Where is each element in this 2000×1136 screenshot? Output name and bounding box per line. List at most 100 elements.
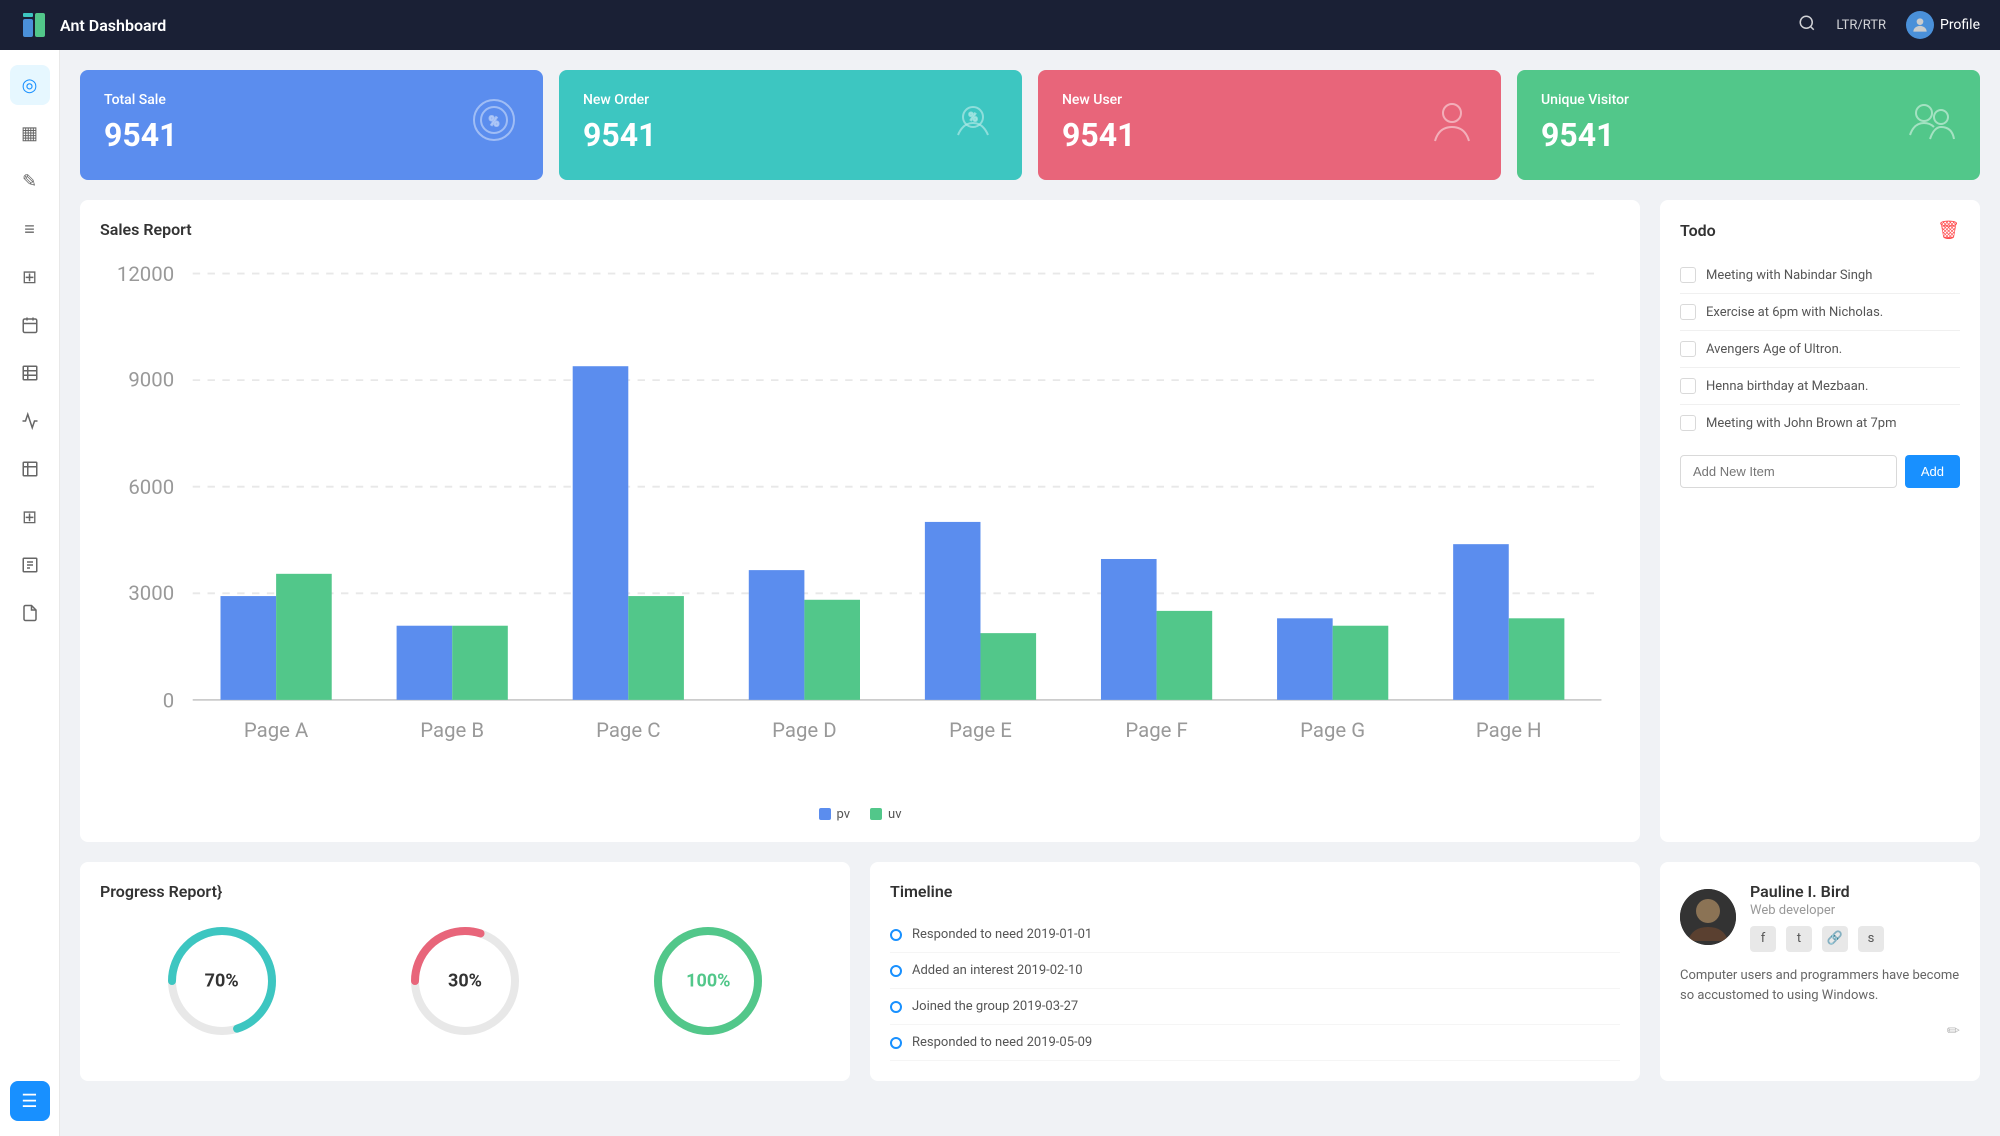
social-link-icon[interactable]: 🔗 xyxy=(1822,926,1848,952)
new-order-label: New Order xyxy=(583,92,998,108)
sidebar-item-table[interactable] xyxy=(10,353,50,393)
social-facebook-icon[interactable]: f xyxy=(1750,926,1776,952)
legend-pv: pv xyxy=(819,807,851,822)
timeline-item-4: Responded to need 2019-05-09 xyxy=(890,1025,1620,1061)
new-user-icon xyxy=(1427,95,1477,155)
sidebar-item-calendar[interactable] xyxy=(10,305,50,345)
svg-text:Page G: Page G xyxy=(1300,718,1365,742)
svg-text:Page H: Page H xyxy=(1476,718,1542,742)
svg-text:Page A: Page A xyxy=(244,718,309,742)
sidebar-item-grid[interactable]: ⊞ xyxy=(10,257,50,297)
svg-text:%: % xyxy=(489,114,499,130)
todo-checkbox-4[interactable] xyxy=(1680,378,1696,394)
sidebar-item-grid2[interactable]: ⊞ xyxy=(10,497,50,537)
sidebar-item-document[interactable] xyxy=(10,545,50,585)
social-skype-icon[interactable]: s xyxy=(1858,926,1884,952)
legend-uv-label: uv xyxy=(888,807,901,822)
stat-card-total-sale: Total Sale 9541 % xyxy=(80,70,543,180)
timeline-dot-3 xyxy=(890,1001,902,1013)
todo-checkbox-3[interactable] xyxy=(1680,341,1696,357)
stat-card-unique-visitor: Unique Visitor 9541 xyxy=(1517,70,1980,180)
profile-role: Web developer xyxy=(1750,903,1884,918)
progress-label-30: 30% xyxy=(448,970,482,991)
timeline-text-4: Responded to need 2019-05-09 xyxy=(912,1035,1092,1050)
sales-report-title: Sales Report xyxy=(100,220,1620,239)
main-content: Total Sale 9541 % New Order 9541 xyxy=(60,50,2000,1136)
timeline-item-3: Joined the group 2019-03-27 xyxy=(890,989,1620,1025)
profile-info: Pauline I. Bird Web developer f t 🔗 s xyxy=(1750,882,1884,952)
total-sale-value: 9541 xyxy=(104,116,519,154)
svg-text:6000: 6000 xyxy=(128,475,174,499)
unique-visitor-label: Unique Visitor xyxy=(1541,92,1956,108)
todo-checkbox-5[interactable] xyxy=(1680,415,1696,431)
topnav: Ant Dashboard LTR/RTR Profile xyxy=(0,0,2000,50)
todo-section: Todo 🗑 Meeting with Nabindar Singh Exerc… xyxy=(1660,200,1980,842)
avatar xyxy=(1906,11,1934,39)
legend-uv-dot xyxy=(870,808,882,820)
profile-section: Pauline I. Bird Web developer f t 🔗 s Co… xyxy=(1660,862,1980,1081)
layout: ◎ ▦ ✎ ≡ ⊞ ⊞ ☰ Total Sale xyxy=(0,50,2000,1136)
sidebar: ◎ ▦ ✎ ≡ ⊞ ⊞ ☰ xyxy=(0,50,60,1136)
sidebar-item-menu[interactable]: ≡ xyxy=(10,209,50,249)
stat-card-new-order: New Order 9541 % xyxy=(559,70,1022,180)
timeline-list: Responded to need 2019-01-01 Added an in… xyxy=(890,917,1620,1061)
progress-circle-30: 30% xyxy=(405,921,525,1041)
sidebar-item-dashboard[interactable]: ◎ xyxy=(10,65,50,105)
todo-checkbox-2[interactable] xyxy=(1680,304,1696,320)
progress-circle-100: 100% xyxy=(648,921,768,1041)
logo-icon xyxy=(20,10,50,40)
timeline-text-2: Added an interest 2019-02-10 xyxy=(912,963,1083,978)
todo-text-5: Meeting with John Brown at 7pm xyxy=(1706,416,1897,431)
progress-circles: 70% 30% xyxy=(100,921,830,1041)
sales-report-section: Sales Report 12000 9000 6000 3000 xyxy=(80,200,1640,842)
todo-item-3: Avengers Age of Ultron. xyxy=(1680,331,1960,368)
todo-input[interactable] xyxy=(1680,455,1897,488)
svg-text:0: 0 xyxy=(163,688,174,712)
svg-text:3000: 3000 xyxy=(128,581,174,605)
sidebar-item-edit[interactable]: ✎ xyxy=(10,161,50,201)
chart-container: 12000 9000 6000 3000 0 Page A Page B xyxy=(100,255,1620,797)
sidebar-item-list[interactable]: ☰ xyxy=(10,1081,50,1121)
todo-delete-icon[interactable]: 🗑 xyxy=(1937,220,1960,241)
social-twitter-icon[interactable]: t xyxy=(1786,926,1812,952)
todo-text-3: Avengers Age of Ultron. xyxy=(1706,342,1842,357)
ltr-button[interactable]: LTR/RTR xyxy=(1836,18,1886,33)
todo-add-button[interactable]: Add xyxy=(1905,455,1960,488)
timeline-item-1: Responded to need 2019-01-01 xyxy=(890,917,1620,953)
stat-card-new-user: New User 9541 xyxy=(1038,70,1501,180)
sidebar-item-report[interactable] xyxy=(10,449,50,489)
profile-top: Pauline I. Bird Web developer f t 🔗 s xyxy=(1680,882,1960,952)
progress-circle-100-svg: 100% xyxy=(648,921,768,1041)
sidebar-item-file[interactable] xyxy=(10,593,50,633)
profile-button[interactable]: Profile xyxy=(1906,11,1980,39)
todo-item-1: Meeting with Nabindar Singh xyxy=(1680,257,1960,294)
app-title: Ant Dashboard xyxy=(60,16,166,35)
todo-title: Todo xyxy=(1680,221,1716,240)
profile-social: f t 🔗 s xyxy=(1750,926,1884,952)
todo-item-5: Meeting with John Brown at 7pm xyxy=(1680,405,1960,441)
middle-row: Sales Report 12000 9000 6000 3000 xyxy=(80,200,1980,842)
sidebar-item-layout[interactable]: ▦ xyxy=(10,113,50,153)
svg-text:9000: 9000 xyxy=(128,368,174,392)
legend-pv-label: pv xyxy=(837,807,851,822)
edit-icon[interactable]: ✏ xyxy=(1680,1021,1960,1040)
total-sale-label: Total Sale xyxy=(104,92,519,108)
search-icon[interactable] xyxy=(1798,14,1816,36)
progress-label-100: 100% xyxy=(686,970,730,991)
legend-pv-dot xyxy=(819,808,831,820)
logo: Ant Dashboard xyxy=(20,10,166,40)
sidebar-item-chart[interactable] xyxy=(10,401,50,441)
progress-title: Progress Report} xyxy=(100,882,830,901)
todo-list: Meeting with Nabindar Singh Exercise at … xyxy=(1680,257,1960,441)
svg-text:Page B: Page B xyxy=(420,718,484,742)
todo-header: Todo 🗑 xyxy=(1680,220,1960,241)
bottom-row: Progress Report} 70% xyxy=(80,862,1980,1081)
timeline-text-3: Joined the group 2019-03-27 xyxy=(912,999,1078,1014)
total-sale-icon: % xyxy=(469,95,519,155)
todo-checkbox-1[interactable] xyxy=(1680,267,1696,283)
todo-item-4: Henna birthday at Mezbaan. xyxy=(1680,368,1960,405)
todo-text-4: Henna birthday at Mezbaan. xyxy=(1706,379,1868,394)
new-order-icon: % xyxy=(948,95,998,155)
timeline-item-2: Added an interest 2019-02-10 xyxy=(890,953,1620,989)
svg-text:Page E: Page E xyxy=(949,718,1012,742)
